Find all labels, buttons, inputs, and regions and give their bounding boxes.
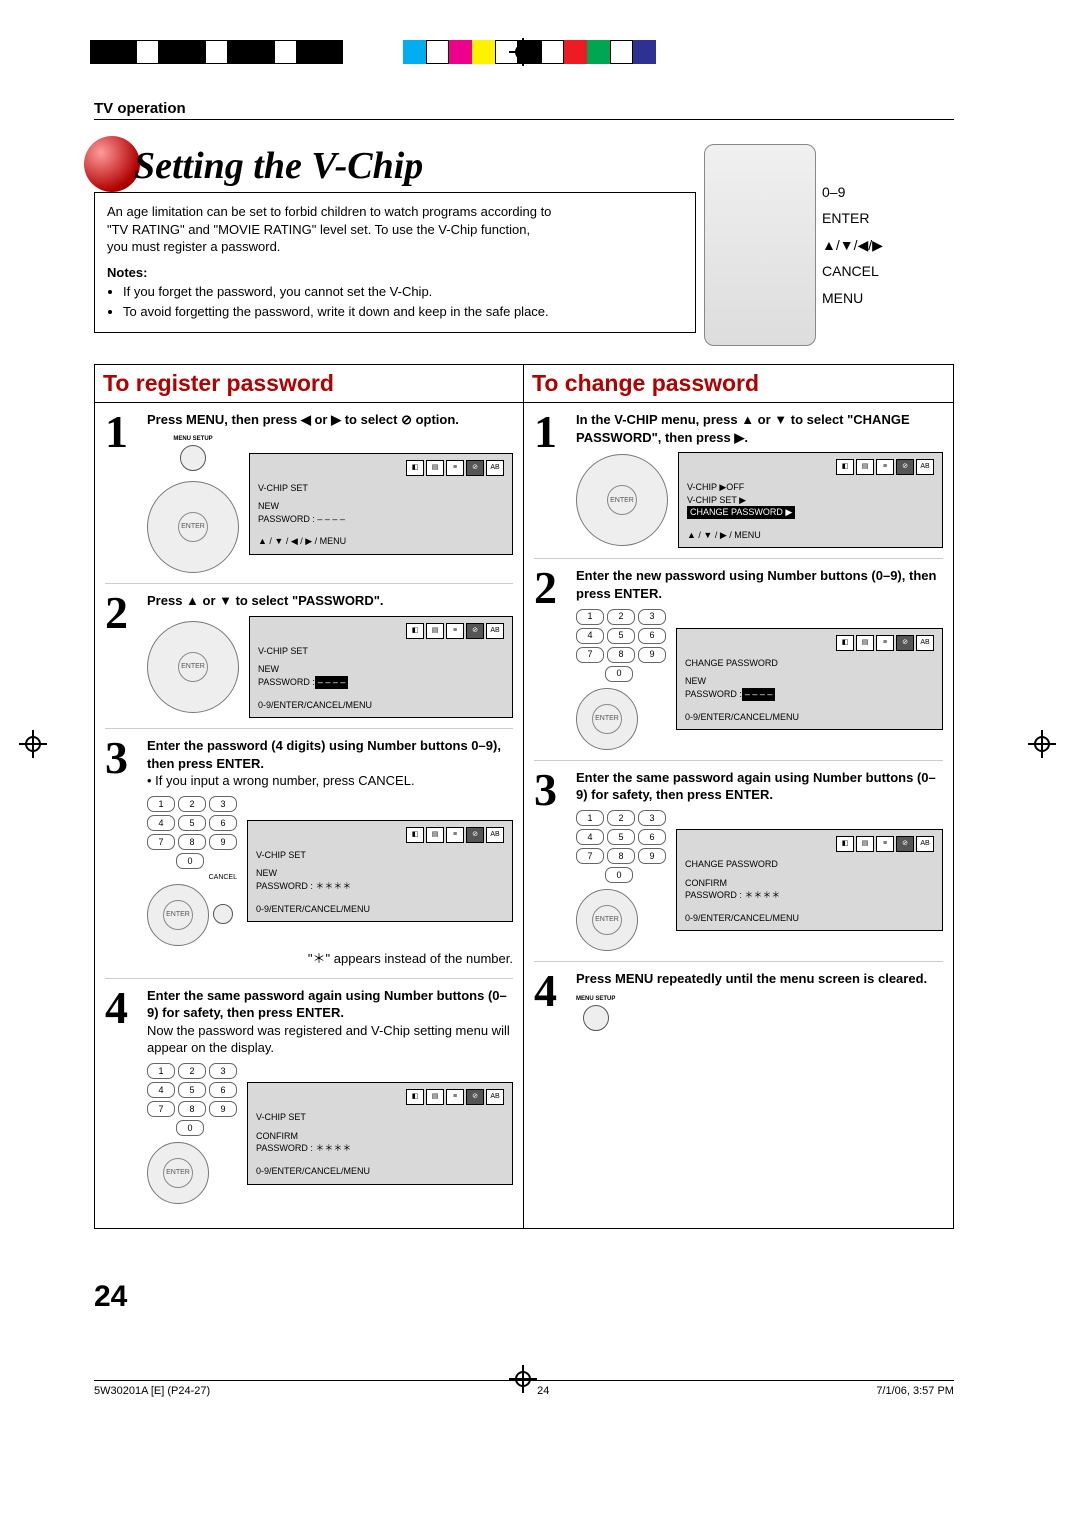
register-password-column: To register password 1 Press MENU, then … (94, 364, 524, 1229)
print-colorbar (0, 40, 1080, 64)
osd-panel-right-1: ◧▤≡⊘AB V-CHIP ▶OFF V-CHIP SET ▶ CHANGE P… (678, 452, 943, 548)
footer-timestamp: 7/1/06, 3:57 PM (876, 1385, 954, 1397)
decorative-red-sphere (84, 136, 140, 192)
registration-mark-right (1028, 730, 1056, 758)
number-keypad-icon: 123456789 0 (576, 810, 666, 883)
dpad-icon (147, 884, 209, 946)
dpad-icon (147, 621, 239, 713)
dpad-icon (147, 481, 239, 573)
footer-filename: 5W30201A [E] (P24-27) (94, 1385, 210, 1397)
number-keypad-icon: 123456789 0 (147, 1063, 237, 1136)
dpad-icon (576, 688, 638, 750)
cancel-button-icon (213, 904, 233, 924)
remote-label-menu: MENU (822, 285, 883, 312)
left-step-4: 4 Enter the same password again using Nu… (105, 978, 513, 1204)
number-keypad-icon: 123456789 0 (147, 796, 237, 869)
footer-pagenum: 24 (537, 1385, 549, 1397)
osd-panel-right-2: ◧▤≡⊘AB CHANGE PASSWORD NEW PASSWORD :– –… (676, 628, 943, 730)
left-step-1: 1 Press MENU, then press ◀ or ▶ to selec… (105, 411, 513, 573)
osd-panel-left-3: ◧▤≡⊘AB V-CHIP SET NEW PASSWORD : ＊＊＊＊ 0-… (247, 820, 513, 922)
osd-panel-left-2: ◧▤≡⊘AB V-CHIP SET NEW PASSWORD :– – – – … (249, 616, 513, 718)
right-step-1: 1 In the V-CHIP menu, press ▲ or ▼ to se… (534, 411, 943, 548)
osd-panel-right-3: ◧▤≡⊘AB CHANGE PASSWORD CONFIRM PASSWORD … (676, 829, 943, 931)
menu-button-icon (583, 1005, 609, 1031)
right-step-3: 3 Enter the same password again using Nu… (534, 760, 943, 951)
osd-panel-left-1: ◧▤≡⊘AB V-CHIP SET NEW PASSWORD : – – – –… (249, 453, 513, 555)
dpad-icon (147, 1142, 209, 1204)
right-step-2: 2 Enter the new password using Number bu… (534, 558, 943, 749)
remote-label-numbers: 0–9 (822, 179, 883, 206)
dpad-icon (576, 889, 638, 951)
left-step-3: 3 Enter the password (4 digits) using Nu… (105, 728, 513, 968)
left-step-2: 2 Press ▲ or ▼ to select "PASSWORD". ◧▤≡… (105, 583, 513, 718)
remote-diagram: 0–9 ENTER ▲/▼/◀/▶ CANCEL MENU (704, 144, 954, 346)
osd-panel-left-4: ◧▤≡⊘AB V-CHIP SET CONFIRM PASSWORD : ＊＊＊… (247, 1082, 513, 1184)
menu-button-icon (180, 445, 206, 471)
intro-box: An age limitation can be set to forbid c… (94, 192, 696, 333)
dpad-icon (576, 454, 668, 546)
change-password-column: To change password 1 In the V-CHIP menu,… (524, 364, 954, 1229)
print-footer: 5W30201A [E] (P24-27) 24 7/1/06, 3:57 PM (94, 1380, 954, 1397)
register-password-heading: To register password (95, 365, 523, 403)
registration-mark-top (509, 38, 537, 66)
section-header: TV operation (94, 100, 954, 120)
page-title: Setting the V-Chip (94, 144, 696, 188)
registration-mark-left (19, 730, 47, 758)
number-keypad-icon: 123456789 0 (576, 609, 666, 682)
remote-label-arrows: ▲/▼/◀/▶ (822, 232, 883, 259)
remote-label-enter: ENTER (822, 205, 883, 232)
change-password-heading: To change password (524, 365, 953, 403)
page-number: 24 (94, 1280, 127, 1314)
right-step-4: 4 Press MENU repeatedly until the menu s… (534, 961, 943, 1036)
remote-illustration (704, 144, 816, 346)
remote-label-cancel: CANCEL (822, 258, 883, 285)
